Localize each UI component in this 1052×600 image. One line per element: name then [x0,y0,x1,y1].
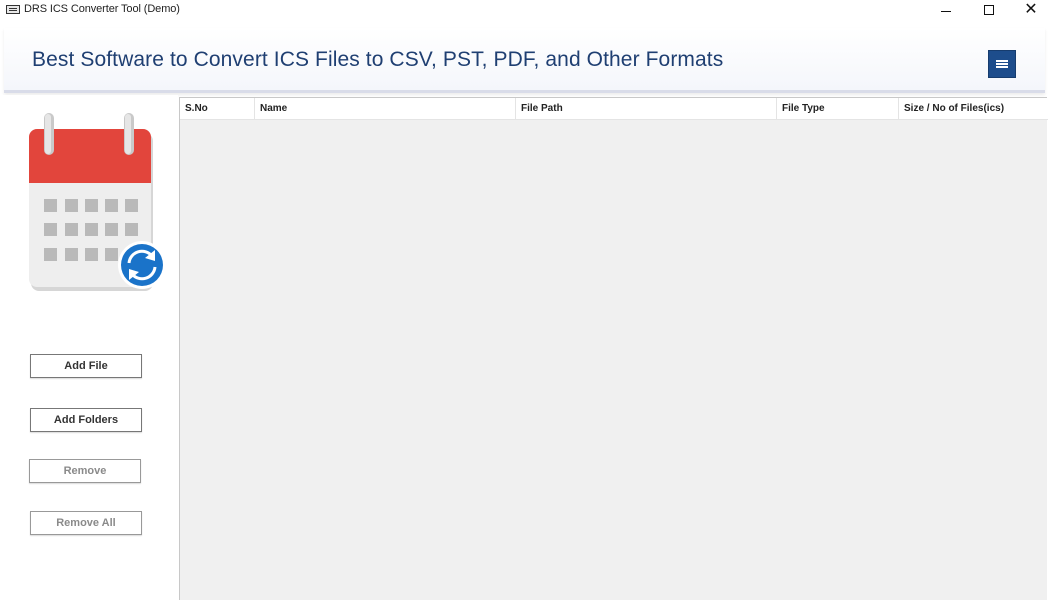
minimize-button[interactable] [925,0,967,20]
close-button[interactable]: ✕ [1010,0,1052,20]
column-header-size[interactable]: Size / No of Files(ics) [899,98,1048,120]
maximize-icon [984,5,994,15]
column-header-name[interactable]: Name [255,98,516,120]
header-banner: Best Software to Convert ICS Files to CS… [4,28,1045,93]
window-title: DRS ICS Converter Tool (Demo) [24,3,180,15]
banner-title: Best Software to Convert ICS Files to CS… [32,48,724,71]
window-titlebar[interactable]: DRS ICS Converter Tool (Demo) ✕ [0,0,1052,20]
hamburger-menu-icon [996,63,1008,65]
table-header: S.No Name File Path File Type Size / No … [180,98,1048,120]
sidebar: Add File Add Folders Remove Remove All [0,95,178,600]
close-icon: ✕ [1024,1,1038,18]
column-header-file-type[interactable]: File Type [777,98,899,120]
app-icon [6,5,20,14]
file-list-table[interactable]: S.No Name File Path File Type Size / No … [179,97,1048,600]
minimize-icon [941,10,951,12]
add-folders-button[interactable]: Add Folders [30,408,142,432]
column-header-sno[interactable]: S.No [180,98,255,120]
remove-button[interactable]: Remove [29,459,141,483]
calendar-sync-icon [28,113,168,298]
remove-all-button[interactable]: Remove All [30,511,142,535]
menu-button[interactable] [988,50,1016,78]
column-header-file-path[interactable]: File Path [516,98,777,120]
add-file-button[interactable]: Add File [30,354,142,378]
maximize-button[interactable] [968,0,1010,20]
